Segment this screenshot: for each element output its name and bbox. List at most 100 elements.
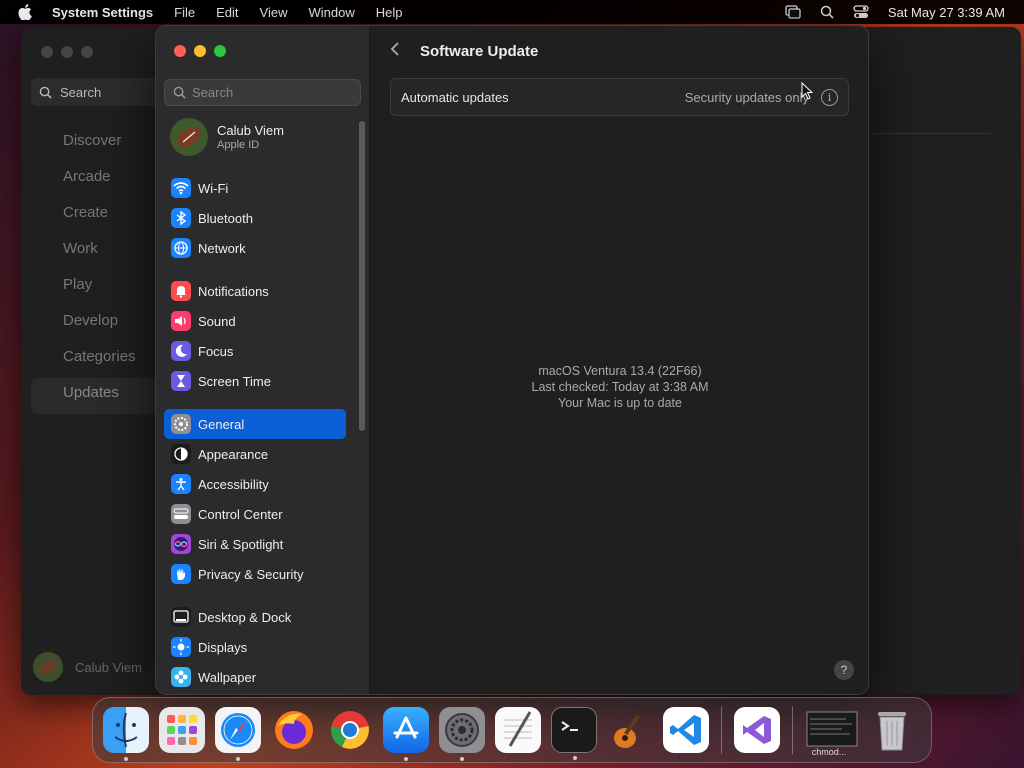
safari-app[interactable] [215,707,261,761]
info-icon[interactable]: i [821,88,838,106]
sidebar-item-label: Accessibility [198,476,269,492]
sidebar-item-displays[interactable]: Displays [164,632,346,662]
back-nav-work[interactable]: Work [31,234,171,270]
window-thumbnail-icon [806,711,858,747]
zoom-window-button[interactable] [214,45,226,57]
sidebar-item-general[interactable]: General [164,409,346,439]
sidebar-item-appearance[interactable]: Appearance [164,439,346,469]
appearance-icon [171,444,191,464]
back-sidebar-nav: Discover Arcade Create Work Play Develop… [31,126,171,414]
sidebar-item-label: Wallpaper [198,669,257,685]
control-center-icon[interactable] [852,3,870,21]
search-icon [173,86,186,99]
back-nav-categories[interactable]: Categories [31,342,171,378]
bluetooth-icon [171,208,191,228]
bell-icon [171,281,191,301]
settings-search-placeholder: Search [192,85,234,100]
menu-view[interactable]: View [260,5,288,20]
textedit-app[interactable] [495,707,541,753]
user-subtitle: Apple ID [217,139,260,151]
back-button[interactable] [390,42,410,61]
accessibility-icon [171,474,191,494]
guitar-icon [614,714,640,748]
sidebar-item-bluetooth[interactable]: Bluetooth [164,203,346,233]
visual-studio-app[interactable] [734,707,780,753]
back-nav-arcade[interactable]: Arcade [31,162,171,198]
sidebar-item-wallpaper[interactable]: Wallpaper [164,662,346,692]
menu-app-name[interactable]: System Settings [52,5,153,20]
sidebar-item-screen-time[interactable]: Screen Time [164,366,346,396]
menu-file[interactable]: File [174,5,195,20]
running-indicator [404,757,408,761]
spotlight-search-icon[interactable] [818,3,836,21]
sidebar-item-desktop-dock[interactable]: Desktop & Dock [164,602,346,632]
toggles-icon [171,504,191,524]
screen-mirroring-icon[interactable] [784,3,802,21]
gear-icon [171,414,191,434]
sidebar-item-label: Network [198,240,246,256]
menubar-clock[interactable]: Sat May 27 3:39 AM [888,5,1005,20]
finder-icon [114,712,138,748]
os-version-text: macOS Ventura 13.4 (22F66) [538,364,702,378]
vscode-app[interactable] [663,707,709,753]
minimize-window-button[interactable] [194,45,206,57]
finder-app[interactable] [103,707,149,761]
sidebar-item-siri-spotlight[interactable]: Siri & Spotlight [164,529,346,559]
sidebar-item-sound[interactable]: Sound [164,306,346,336]
garageband-app[interactable] [607,707,653,753]
back-nav-play[interactable]: Play [31,270,171,306]
back-nav-discover[interactable]: Discover [31,126,171,162]
mouse-cursor-icon [801,81,814,105]
sidebar-item-accessibility[interactable]: Accessibility [164,469,346,499]
menu-window[interactable]: Window [308,5,354,20]
back-window-traffic-lights[interactable] [41,46,93,58]
safari-icon [221,713,255,747]
running-indicator [236,757,240,761]
system-settings-window: Search Calub Viem Apple ID Wi-Fi Bluetoot… [155,25,869,695]
back-nav-create[interactable]: Create [31,198,171,234]
sidebar-item-network[interactable]: Network [164,233,346,263]
running-indicator [124,757,128,761]
sidebar-item-label: Privacy & Security [198,566,304,582]
terminal-app[interactable] [551,707,597,760]
system-settings-app[interactable] [439,707,485,761]
software-update-pane: Software Update Automatic updates Securi… [370,26,868,694]
visual-studio-icon [743,716,771,744]
sidebar-item-label: Displays [198,639,248,655]
back-search-field[interactable]: Search [31,78,171,106]
sidebar-scrollbar[interactable] [359,121,365,431]
back-nav-develop[interactable]: Develop [31,306,171,342]
apple-id-item[interactable]: Calub Viem Apple ID [170,118,284,156]
help-button[interactable]: ? [834,660,854,680]
divider [871,133,991,134]
menu-edit[interactable]: Edit [216,5,238,20]
launchpad-icon [167,715,197,745]
update-status: macOS Ventura 13.4 (22F66) Last checked:… [370,363,868,411]
vscode-icon [670,715,701,745]
sidebar-item-wi-fi[interactable]: Wi-Fi [164,173,346,203]
sidebar-item-privacy-security[interactable]: Privacy & Security [164,559,346,589]
back-nav-updates[interactable]: Updates [31,378,171,414]
sidebar-item-focus[interactable]: Focus [164,336,346,366]
close-window-button[interactable] [174,45,186,57]
firefox-app[interactable] [271,707,317,753]
minimized-terminal-window[interactable]: chmod... [805,707,859,757]
trash-app[interactable] [869,707,915,753]
siri-icon [171,534,191,554]
last-checked-text: Last checked: Today at 3:38 AM [531,380,709,394]
app-store-app[interactable] [383,707,429,761]
automatic-updates-row[interactable]: Automatic updates Security updates only … [390,78,849,116]
menu-help[interactable]: Help [376,5,403,20]
launchpad-app[interactable] [159,707,205,753]
back-account[interactable]: Calub Viem [33,652,142,682]
chrome-app[interactable] [327,707,373,753]
settings-search-input[interactable]: Search [164,79,361,106]
sidebar-item-control-center[interactable]: Control Center [164,499,346,529]
sidebar-item-notifications[interactable]: Notifications [164,276,346,306]
sidebar-item-label: Notifications [198,283,269,299]
apple-menu-icon[interactable] [18,4,38,20]
flower-icon [171,667,191,687]
back-user-name: Calub Viem [75,659,142,675]
